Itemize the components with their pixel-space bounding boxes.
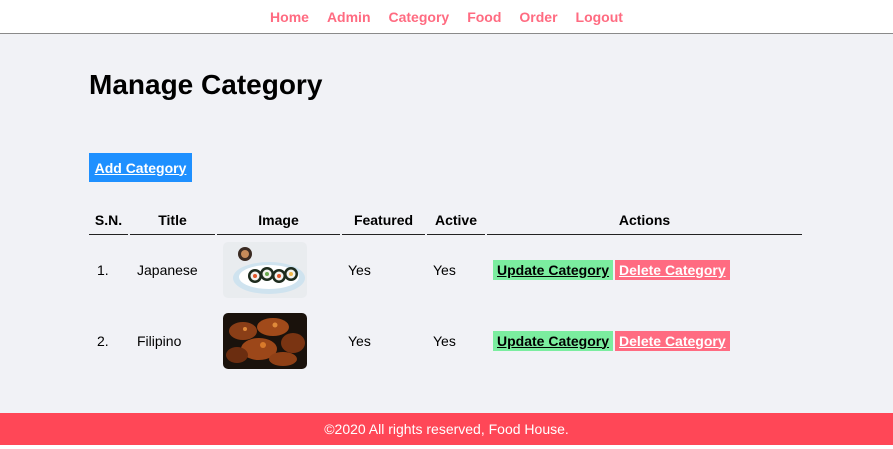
update-category-button[interactable]: Update Category xyxy=(493,259,614,280)
footer-text: ©2020 All rights reserved, Food House. xyxy=(324,421,569,437)
row-featured: Yes xyxy=(348,261,371,278)
header-featured: Featured xyxy=(340,206,426,235)
main-content: Manage Category Add Category S.N. Title … xyxy=(0,34,893,413)
nav-category-link[interactable]: Category xyxy=(389,9,450,25)
delete-category-button[interactable]: Delete Category xyxy=(615,330,730,351)
nav-food-link[interactable]: Food xyxy=(467,9,501,25)
header-title: Title xyxy=(128,206,216,235)
row-sn: 1. xyxy=(97,261,109,278)
footer: ©2020 All rights reserved, Food House. xyxy=(0,413,893,445)
delete-category-button[interactable]: Delete Category xyxy=(615,259,730,280)
row-title: Filipino xyxy=(137,332,182,349)
sushi-rolls-image xyxy=(223,241,307,298)
row-title: Japanese xyxy=(137,261,198,278)
category-table: S.N. Title Image Featured Active Actions… xyxy=(89,206,802,376)
page-title: Manage Category xyxy=(89,69,323,100)
header-actions: Actions xyxy=(485,206,802,235)
header-image: Image xyxy=(215,206,341,235)
table-row: 1. Japanese Yes Yes Update Category Dele… xyxy=(89,234,802,305)
bottom-strip xyxy=(0,445,893,449)
header-sn: S.N. xyxy=(89,206,129,235)
row-active: Yes xyxy=(433,261,456,278)
header-active: Active xyxy=(425,206,486,235)
chicken-adobo-image xyxy=(223,312,307,369)
row-sn: 2. xyxy=(97,332,109,349)
row-active: Yes xyxy=(433,332,456,349)
row-featured: Yes xyxy=(348,332,371,349)
top-menu: Home Admin Category Food Order Logout xyxy=(0,0,893,34)
add-category-button[interactable]: Add Category xyxy=(89,153,192,182)
nav-list: Home Admin Category Food Order Logout xyxy=(0,0,893,27)
update-category-button[interactable]: Update Category xyxy=(493,330,614,351)
nav-admin-link[interactable]: Admin xyxy=(327,9,371,25)
table-header-row: S.N. Title Image Featured Active Actions xyxy=(89,206,802,235)
nav-logout-link[interactable]: Logout xyxy=(576,9,623,25)
nav-home-link[interactable]: Home xyxy=(270,9,309,25)
table-row: 2. Filipino Yes Yes Update Category Dele… xyxy=(89,305,802,376)
nav-order-link[interactable]: Order xyxy=(519,9,557,25)
